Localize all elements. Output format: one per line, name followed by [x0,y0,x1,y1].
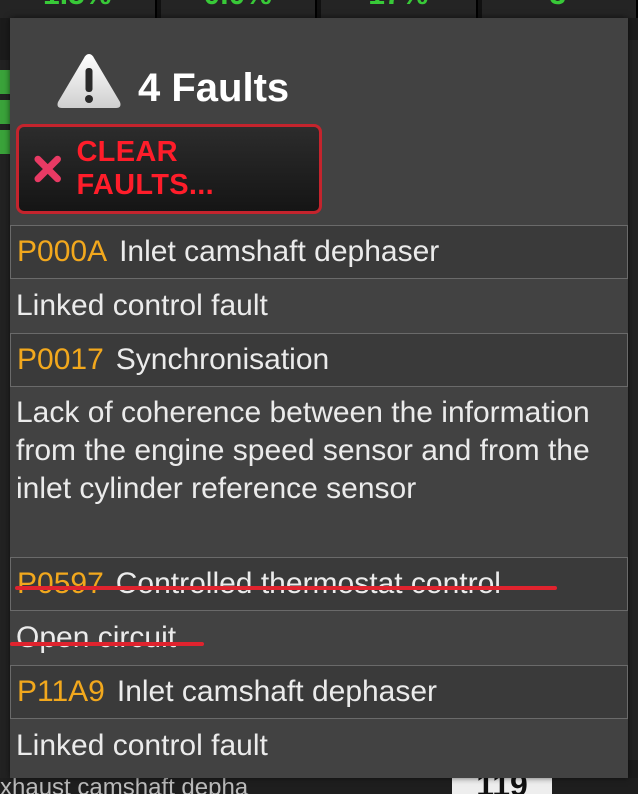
background-right-panel [628,40,638,760]
dialog-header: 4 Faults [10,18,628,118]
fault-description: Linked control fault [10,719,628,773]
fault-description-text: Linked control fault [16,729,268,762]
warning-icon [57,54,121,108]
fault-name: Synchronisation [115,343,330,376]
fault-header-row[interactable]: P000A Inlet camshaft dephaser [10,225,628,279]
fault-header-row[interactable]: P11A9 Inlet camshaft dephaser [10,665,628,719]
strikethrough-line [10,642,204,646]
background-param-label: xhaust camshaft depha [0,778,249,794]
background-param-value: 119 [452,778,552,794]
fault-description: Lack of coherence between the informatio… [10,387,628,557]
background-left-panel [0,60,10,794]
fault-description: Linked control fault [10,279,628,333]
strikethrough-line [15,586,557,590]
close-icon [34,155,61,183]
fault-header-row[interactable]: P0017 Synchronisation [10,333,628,387]
fault-description-text: Linked control fault [16,289,268,322]
fault-description-cleared: Open circuit [10,611,628,665]
fault-code: P11A9 [17,675,105,708]
gauge-value: -3° [481,0,638,18]
faults-dialog: 4 Faults CLEAR FAULTS... P000A Inlet cam… [10,18,628,778]
gauge-value: 1.5% [0,0,157,18]
clear-faults-button[interactable]: CLEAR FAULTS... [16,124,322,214]
fault-name: Inlet camshaft dephaser [119,235,440,268]
fault-description-text: Lack of coherence between the informatio… [16,396,590,505]
fault-name: Inlet camshaft dephaser [116,675,438,708]
fault-name: Controlled thermostat control [115,567,501,600]
dialog-title: 4 Faults [138,66,290,110]
gauge-value: 0.0% [160,0,317,18]
background-bottom-row: xhaust camshaft depha 119 [0,778,638,794]
fault-list: P000A Inlet camshaft dephaser Linked con… [10,225,628,773]
fault-description-text: Open circuit [16,621,177,654]
clear-faults-label: CLEAR FAULTS... [76,136,214,201]
fault-header-row-cleared[interactable]: P0597 Controlled thermostat control [10,557,628,611]
gauge-value: 17% [321,0,478,18]
fault-code: P0017 [17,343,104,376]
fault-code: P0597 [17,567,104,600]
background-gauges: 1.5% 0.0% 17% -3° [0,0,638,18]
fault-code: P000A [17,235,108,268]
